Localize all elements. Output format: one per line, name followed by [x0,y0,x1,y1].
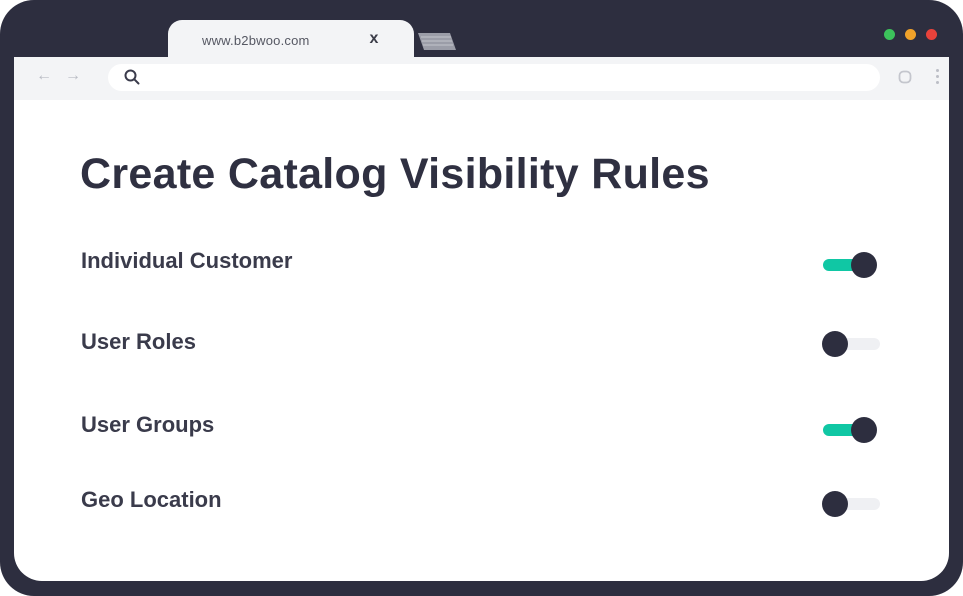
window-controls [884,29,937,40]
close-dot[interactable] [926,29,937,40]
rule-label-geo-location: Geo Location [81,487,222,512]
toggle-knob [851,252,877,278]
address-bar[interactable] [108,64,880,91]
maximize-dot[interactable] [884,29,895,40]
user-roles-toggle[interactable] [822,330,880,358]
rule-label-individual-customer: Individual Customer [81,248,293,273]
search-icon [124,69,140,85]
toggle-knob [822,491,848,517]
page-content: Create Catalog Visibility Rules Individu… [14,100,949,581]
browser-tab[interactable]: www.b2bwoo.com x [168,20,414,58]
minimize-dot[interactable] [905,29,916,40]
individual-customer-toggle[interactable] [823,251,881,279]
arrow-left-icon[interactable]: ← [36,67,52,85]
toggle-knob [822,331,848,357]
tab-url: www.b2bwoo.com [202,33,310,48]
user-groups-toggle[interactable] [823,416,881,444]
browser-toolbar: ← → [14,57,949,100]
rule-label-user-groups: User Groups [81,412,215,437]
rule-label-user-roles: User Roles [81,329,196,354]
browser-window: www.b2bwoo.com x ← → Create Catalog Visi… [0,0,963,596]
tab-close-button[interactable]: x [367,30,381,48]
toggle-knob [851,417,877,443]
arrow-right-icon[interactable]: → [65,67,81,85]
page-title: Create Catalog Visibility Rules [80,150,710,198]
new-tab-icon[interactable] [416,33,456,50]
reload-icon[interactable] [897,69,913,85]
kebab-menu-icon[interactable] [936,69,939,84]
geo-location-toggle[interactable] [822,490,880,518]
